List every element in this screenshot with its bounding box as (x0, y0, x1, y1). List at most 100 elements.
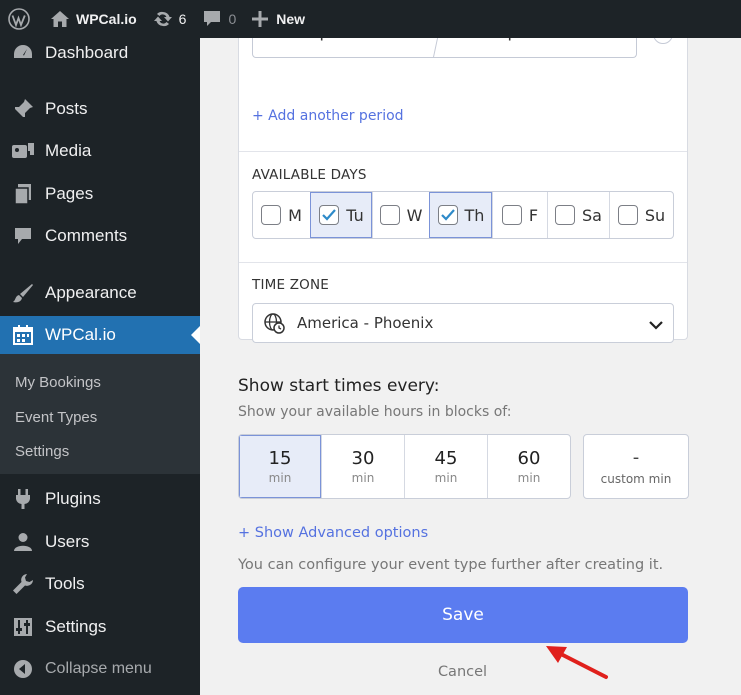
block-unit: min (268, 471, 292, 485)
block-60[interactable]: 60 min (487, 435, 570, 498)
menu-tools[interactable]: Tools (0, 566, 200, 602)
block-30[interactable]: 30 min (321, 435, 404, 498)
menu-comments[interactable]: Comments (0, 218, 200, 254)
user-icon (0, 532, 45, 552)
menu-settings[interactable]: Settings (0, 609, 200, 645)
block-15[interactable]: 15 min (239, 435, 321, 498)
menu-label: Appearance (45, 283, 137, 302)
day-tuesday[interactable]: Tu (310, 192, 372, 238)
globe-clock-icon (263, 312, 285, 334)
save-button[interactable]: Save (238, 587, 688, 643)
day-label: M (288, 205, 302, 225)
wrench-icon (0, 573, 45, 595)
configure-note: You can configure your event type furthe… (238, 557, 664, 573)
menu-label: Posts (45, 99, 88, 118)
menu-media[interactable]: Media (0, 133, 200, 169)
day-label: Sa (582, 205, 602, 225)
menu-appearance[interactable]: Appearance (0, 275, 200, 311)
block-unit: min (434, 471, 458, 485)
day-label: Th (464, 205, 485, 225)
collapse-icon (0, 659, 45, 679)
submenu-my-bookings[interactable]: My Bookings (15, 374, 101, 391)
time-zone-value: America - Phoenix (297, 314, 434, 332)
day-label: F (528, 205, 539, 225)
site-name-link[interactable]: WPCal.io (42, 0, 145, 38)
menu-label: WPCal.io (45, 325, 116, 344)
comment-icon (0, 226, 45, 246)
wordpress-logo-button[interactable] (0, 0, 42, 38)
comments-link[interactable]: 0 (194, 0, 244, 38)
site-name: WPCal.io (76, 11, 137, 27)
day-thursday[interactable]: Th (429, 192, 492, 238)
day-label: W (406, 205, 423, 225)
menu-pages[interactable]: Pages (0, 176, 200, 212)
new-label: New (276, 11, 306, 27)
day-wednesday[interactable]: W (372, 192, 429, 238)
time-block-group: 15 min 30 min 45 min 60 min (238, 434, 571, 499)
comment-bubble-icon (204, 11, 221, 26)
checkbox (261, 205, 282, 225)
pin-icon (0, 98, 45, 120)
checkbox (379, 205, 400, 225)
menu-label: Users (45, 532, 90, 551)
menu-plugins[interactable]: Plugins (0, 481, 200, 517)
day-monday[interactable]: M (253, 192, 310, 238)
admin-bar: WPCal.io 6 0 New (0, 0, 741, 38)
calendar-icon (0, 324, 45, 346)
time-zone-label: TIME ZONE (252, 277, 329, 293)
checkbox (437, 205, 458, 225)
pages-icon (0, 183, 45, 205)
day-sunday[interactable]: Su (609, 192, 673, 238)
day-saturday[interactable]: Sa (547, 192, 609, 238)
time-zone-select[interactable]: America - Phoenix (252, 303, 674, 343)
custom-block-button[interactable]: - custom min (583, 434, 689, 499)
plus-icon (252, 11, 269, 27)
available-days-group: M Tu W Th F Sa Su (252, 191, 674, 239)
dashboard-icon (0, 42, 45, 64)
checkbox (319, 205, 340, 225)
check-icon (322, 209, 337, 221)
custom-block-unit: custom min (600, 472, 672, 486)
custom-block-value: - (632, 447, 640, 468)
collapse-label: Collapse menu (45, 660, 152, 677)
day-friday[interactable]: F (492, 192, 547, 238)
show-times-title: Show start times every: (238, 376, 440, 396)
cancel-link[interactable]: Cancel (200, 664, 725, 680)
refresh-icon (153, 11, 172, 27)
menu-wpcal[interactable]: WPCal.io (0, 316, 200, 354)
menu-label: Plugins (45, 489, 101, 508)
checkbox (617, 205, 638, 225)
block-45[interactable]: 45 min (404, 435, 487, 498)
day-label: Su (644, 205, 666, 225)
show-advanced-options-link[interactable]: + Show Advanced options (238, 525, 428, 541)
menu-label: Media (45, 141, 92, 160)
day-label: Tu (346, 205, 364, 225)
menu-label: Dashboard (45, 43, 129, 62)
sliders-icon (0, 617, 45, 637)
menu-label: Tools (45, 574, 85, 593)
comments-count: 0 (228, 11, 237, 27)
collapse-menu-button[interactable]: Collapse menu (0, 651, 200, 687)
checkbox (555, 205, 576, 225)
menu-dashboard[interactable]: Dashboard (0, 35, 200, 71)
block-value: 15 (268, 448, 292, 469)
new-content-link[interactable]: New (244, 0, 313, 38)
submenu-settings[interactable]: Settings (15, 443, 69, 460)
updates-count: 6 (178, 11, 187, 27)
submenu-event-types[interactable]: Event Types (15, 409, 97, 426)
menu-posts[interactable]: Posts (0, 91, 200, 127)
block-unit: min (351, 471, 375, 485)
block-value: 30 (351, 448, 375, 469)
plug-icon (0, 488, 45, 510)
check-icon (440, 209, 455, 221)
available-days-label: AVAILABLE DAYS (252, 167, 367, 183)
admin-sidebar: Dashboard Posts Media Pages Comments App… (0, 38, 200, 695)
divider (239, 151, 687, 152)
menu-users[interactable]: Users (0, 524, 200, 560)
menu-label: Pages (45, 184, 94, 203)
add-period-link[interactable]: + Add another period (252, 108, 404, 124)
menu-label: Settings (45, 617, 107, 636)
updates-link[interactable]: 6 (145, 0, 195, 38)
checkbox (501, 205, 522, 225)
media-icon (0, 140, 45, 162)
